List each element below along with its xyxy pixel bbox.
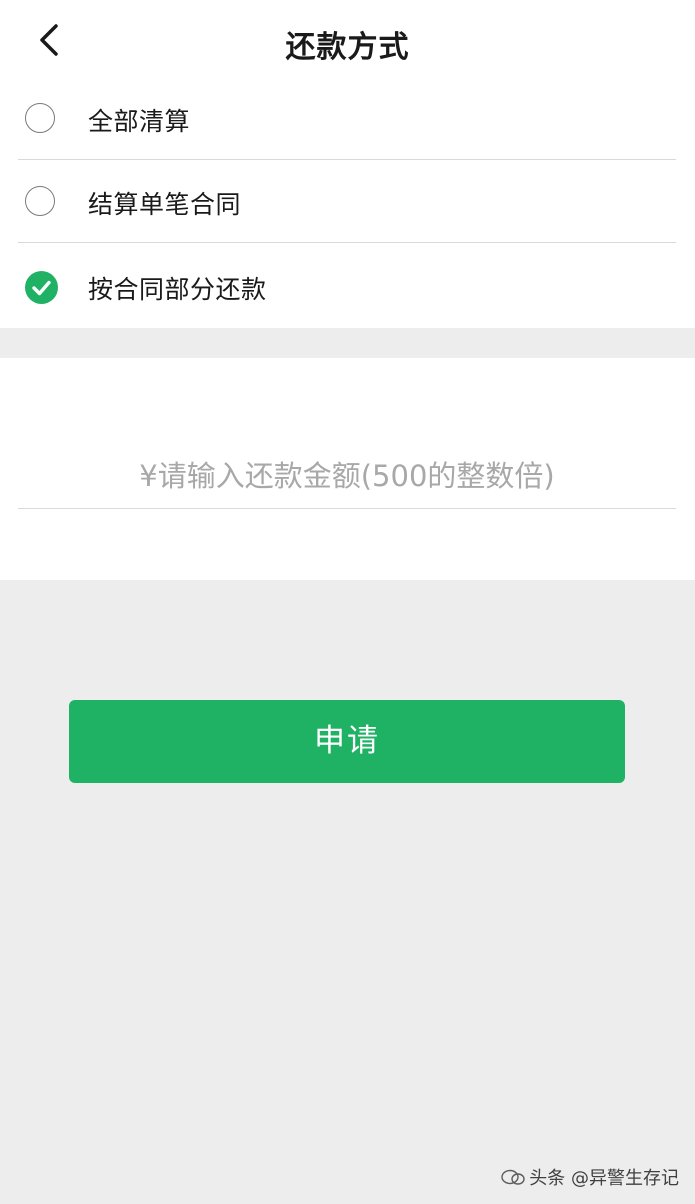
repayment-options: 全部清算 结算单笔合同 按合同部分还款: [0, 78, 695, 328]
watermark-logo-icon: [501, 1168, 525, 1186]
option-label: 按合同部分还款: [88, 275, 267, 304]
option-label: 全部清算: [88, 107, 191, 136]
watermark: 头条 @异警生存记: [501, 1164, 679, 1190]
option-label: 结算单笔合同: [88, 190, 242, 219]
amount-input[interactable]: [18, 443, 676, 509]
radio-unchecked-icon[interactable]: [25, 103, 55, 133]
radio-checked-icon[interactable]: [25, 271, 58, 304]
option-partial-repayment[interactable]: 按合同部分还款: [0, 243, 695, 325]
submit-button[interactable]: 申请: [69, 700, 625, 783]
nav-bar: 还款方式: [0, 0, 695, 78]
page-title: 还款方式: [285, 30, 410, 65]
option-full-settlement[interactable]: 全部清算: [0, 78, 695, 160]
radio-unchecked-icon[interactable]: [25, 186, 55, 216]
watermark-text: 头条 @异警生存记: [529, 1168, 679, 1189]
option-single-contract[interactable]: 结算单笔合同: [0, 160, 695, 242]
amount-section: [0, 358, 695, 580]
